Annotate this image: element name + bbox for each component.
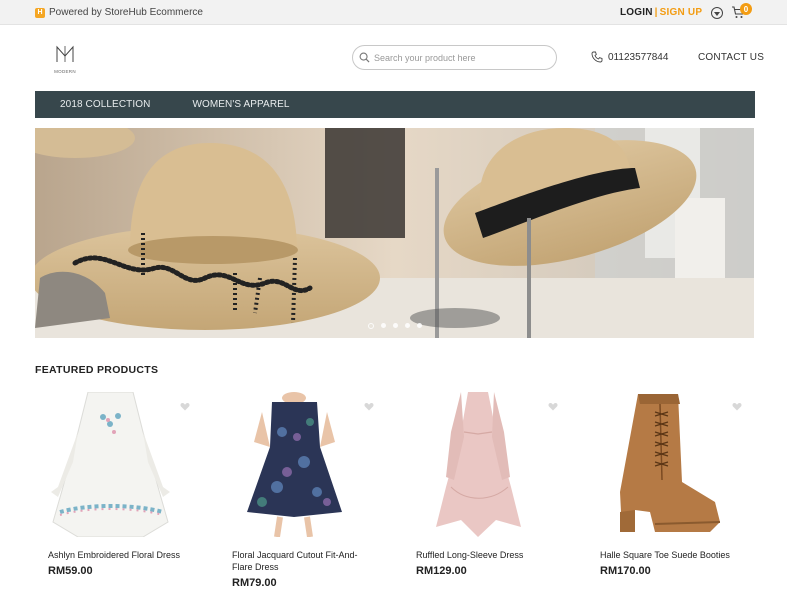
product-image[interactable] (600, 392, 725, 537)
nav-item-womens-apparel[interactable]: WOMEN'S APPAREL (192, 99, 289, 110)
carousel-dot[interactable] (404, 323, 410, 328)
product-name[interactable]: Ruffled Long-Sleeve Dress (416, 549, 554, 561)
wishlist-heart-icon[interactable] (364, 402, 374, 411)
product-name[interactable]: Halle Square Toe Suede Booties (600, 549, 738, 561)
carousel-dot[interactable] (367, 322, 374, 329)
product-card[interactable]: Halle Square Toe Suede Booties RM170.00 (587, 392, 747, 592)
carousel-dot[interactable] (380, 323, 386, 328)
product-image[interactable] (416, 392, 541, 537)
product-name[interactable]: Ashlyn Embroidered Floral Dress (48, 549, 186, 561)
product-name[interactable]: Floral Jacquard Cutout Fit-And-Flare Dre… (232, 549, 370, 573)
product-image[interactable] (232, 392, 357, 537)
carousel-dot[interactable] (392, 323, 398, 328)
contact-us-link[interactable]: CONTACT US (698, 52, 764, 63)
wishlist-icon[interactable] (711, 7, 723, 19)
nav-item-2018-collection[interactable]: 2018 COLLECTION (60, 99, 150, 110)
cart-button[interactable]: 0 (731, 3, 752, 19)
powered-by[interactable]: H Powered by StoreHub Ecommerce (35, 7, 203, 18)
auth-links: LOGIN | SIGN UP (620, 7, 702, 18)
search-input[interactable] (374, 52, 544, 63)
hero-carousel[interactable] (35, 128, 754, 338)
search-box[interactable] (352, 45, 557, 70)
product-card[interactable]: Ruffled Long-Sleeve Dress RM129.00 (403, 392, 563, 592)
logo-mark (50, 44, 80, 68)
store-logo[interactable]: MODERN (50, 44, 80, 74)
hero-image (35, 128, 754, 338)
signup-link[interactable]: SIGN UP (660, 7, 703, 18)
wishlist-heart-icon[interactable] (732, 402, 742, 411)
product-card[interactable]: Floral Jacquard Cutout Fit-And-Flare Dre… (219, 392, 379, 592)
product-card[interactable]: Ashlyn Embroidered Floral Dress RM59.00 (35, 392, 195, 592)
product-price: RM79.00 (232, 577, 277, 589)
powered-by-text: Powered by StoreHub Ecommerce (49, 7, 203, 18)
carousel-dot[interactable] (416, 323, 422, 328)
top-bar: H Powered by StoreHub Ecommerce LOGIN | SI… (0, 0, 787, 25)
product-image[interactable] (48, 392, 173, 537)
phone-contact[interactable]: 01123577844 (591, 51, 668, 63)
featured-products-title: FEATURED PRODUCTS (35, 364, 159, 376)
wishlist-heart-icon[interactable] (180, 402, 190, 411)
login-link[interactable]: LOGIN (620, 7, 653, 18)
cart-count-badge: 0 (740, 3, 752, 15)
auth-separator: | (654, 7, 658, 18)
storehub-icon: H (35, 7, 45, 18)
product-price: RM170.00 (600, 565, 651, 577)
phone-number: 01123577844 (608, 51, 669, 63)
main-nav: 2018 COLLECTION WOMEN'S APPAREL (35, 91, 755, 118)
search-icon (359, 52, 370, 63)
logo-text: MODERN (54, 69, 76, 74)
phone-icon (591, 51, 603, 63)
product-price: RM129.00 (416, 565, 467, 577)
carousel-dots (35, 322, 754, 329)
wishlist-heart-icon[interactable] (548, 402, 558, 411)
product-price: RM59.00 (48, 565, 93, 577)
